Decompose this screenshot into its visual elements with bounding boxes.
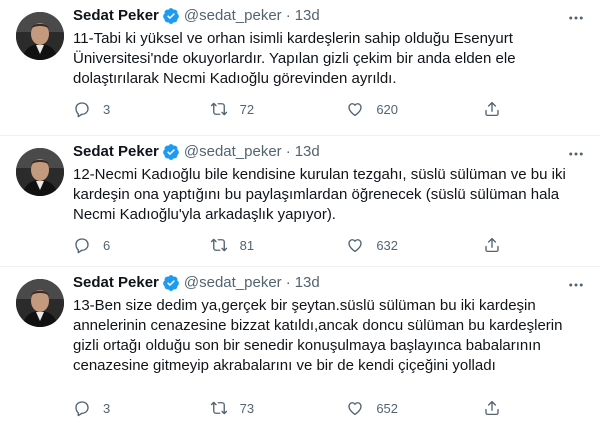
tweet-header: Sedat Peker @sedat_peker · 13d bbox=[73, 273, 588, 293]
tweet-header: Sedat Peker @sedat_peker · 13d bbox=[73, 142, 588, 162]
retweet-icon bbox=[210, 100, 228, 118]
retweet-count: 73 bbox=[239, 400, 255, 416]
timeline: Sedat Peker @sedat_peker · 13d 11-Tabi k… bbox=[0, 0, 600, 435]
reply-icon bbox=[73, 100, 91, 118]
separator-dot: · bbox=[285, 274, 291, 291]
like-button[interactable]: 620 bbox=[346, 100, 446, 118]
more-icon[interactable] bbox=[566, 144, 586, 164]
share-button[interactable] bbox=[483, 399, 503, 417]
timestamp[interactable]: 13d bbox=[295, 6, 320, 26]
reply-icon bbox=[73, 399, 91, 417]
like-button[interactable]: 632 bbox=[346, 236, 446, 254]
like-count: 652 bbox=[376, 400, 399, 416]
verified-badge-icon bbox=[162, 7, 180, 25]
tweet-text: 12-Necmi Kadıoğlu bile kendisine kurulan… bbox=[73, 166, 566, 223]
reply-count: 6 bbox=[103, 237, 111, 253]
tweet-header: Sedat Peker @sedat_peker · 13d bbox=[73, 6, 588, 26]
tweet-text: 13-Ben size dedim ya,gerçek bir şeytan.s… bbox=[73, 297, 563, 374]
like-icon bbox=[346, 236, 364, 254]
tweet-actions: 6 81 632 bbox=[73, 235, 503, 255]
tweet-actions: 3 73 652 bbox=[73, 398, 503, 418]
retweet-button[interactable]: 72 bbox=[210, 100, 310, 118]
like-icon bbox=[346, 100, 364, 118]
user-handle[interactable]: @sedat_peker bbox=[184, 273, 282, 293]
share-icon bbox=[483, 100, 501, 118]
user-handle[interactable]: @sedat_peker bbox=[184, 142, 282, 162]
more-icon[interactable] bbox=[566, 8, 586, 28]
avatar-image bbox=[16, 12, 64, 60]
share-icon bbox=[483, 236, 501, 254]
tweet[interactable]: Sedat Peker @sedat_peker · 13d 11-Tabi k… bbox=[0, 0, 600, 136]
reply-icon bbox=[73, 236, 91, 254]
retweet-button[interactable]: 73 bbox=[210, 399, 310, 417]
reply-count: 3 bbox=[103, 400, 111, 416]
like-button[interactable]: 652 bbox=[346, 399, 446, 417]
retweet-icon bbox=[210, 399, 228, 417]
like-count: 632 bbox=[376, 237, 399, 253]
more-icon[interactable] bbox=[566, 275, 586, 295]
user-handle[interactable]: @sedat_peker bbox=[184, 6, 282, 26]
avatar[interactable] bbox=[16, 12, 64, 60]
timestamp[interactable]: 13d bbox=[295, 273, 320, 293]
avatar[interactable] bbox=[16, 148, 64, 196]
reply-button[interactable]: 3 bbox=[73, 399, 173, 417]
separator-dot: · bbox=[285, 7, 291, 24]
avatar-image bbox=[16, 148, 64, 196]
display-name[interactable]: Sedat Peker bbox=[73, 142, 159, 162]
verified-badge-icon bbox=[162, 143, 180, 161]
timestamp[interactable]: 13d bbox=[295, 142, 320, 162]
display-name[interactable]: Sedat Peker bbox=[73, 6, 159, 26]
tweet[interactable]: Sedat Peker @sedat_peker · 13d 12-Necmi … bbox=[0, 136, 600, 267]
display-name[interactable]: Sedat Peker bbox=[73, 273, 159, 293]
like-count: 620 bbox=[376, 101, 399, 117]
tweet-text: 11-Tabi ki yüksel ve orhan isimli kardeş… bbox=[73, 30, 516, 87]
retweet-count: 81 bbox=[239, 237, 255, 253]
verified-badge-icon bbox=[162, 274, 180, 292]
separator-dot: · bbox=[285, 143, 291, 160]
reply-count: 3 bbox=[103, 101, 111, 117]
share-icon bbox=[483, 399, 501, 417]
reply-button[interactable]: 6 bbox=[73, 236, 173, 254]
retweet-icon bbox=[210, 236, 228, 254]
like-icon bbox=[346, 399, 364, 417]
retweet-button[interactable]: 81 bbox=[210, 236, 310, 254]
avatar-image bbox=[16, 279, 64, 327]
tweet-actions: 3 72 620 bbox=[73, 99, 503, 119]
retweet-count: 72 bbox=[239, 101, 255, 117]
share-button[interactable] bbox=[483, 236, 503, 254]
share-button[interactable] bbox=[483, 100, 503, 118]
reply-button[interactable]: 3 bbox=[73, 100, 173, 118]
tweet[interactable]: Sedat Peker @sedat_peker · 13d 13-Ben si… bbox=[0, 267, 600, 435]
avatar[interactable] bbox=[16, 279, 64, 327]
